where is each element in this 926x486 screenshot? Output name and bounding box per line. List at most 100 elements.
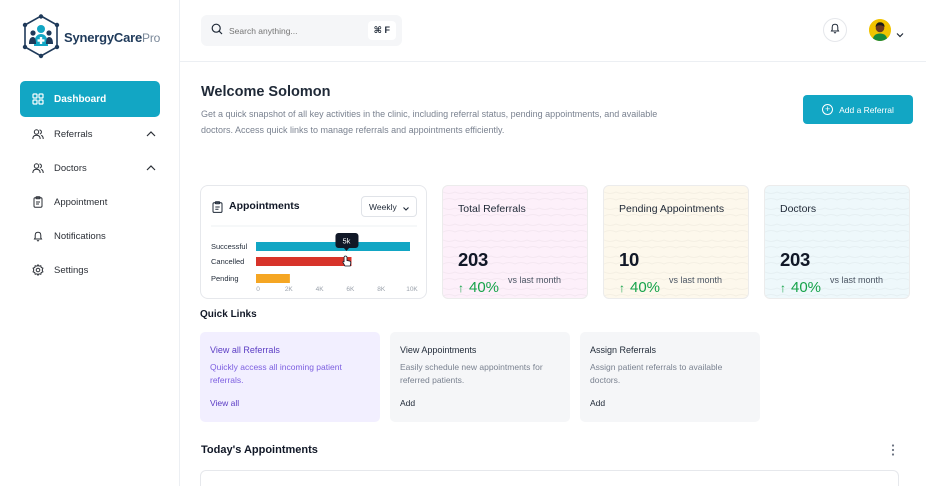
stat-label: Pending Appointments: [619, 203, 725, 215]
wave-line: [765, 231, 909, 233]
page-description: Get a quick snapshot of all key activiti…: [201, 109, 658, 135]
sidebar-item-label: Doctors: [54, 162, 87, 174]
brand-logo[interactable]: SynergyCarePro: [22, 14, 160, 60]
quick-link-view-appointments[interactable]: View Appointments Easily schedule new ap…: [390, 332, 570, 422]
appointments-bar-chart: Successful Cancelled Pending 0 2K 4K 6K 8K 10K 5k: [211, 225, 418, 293]
quick-link-action[interactable]: Add: [590, 398, 750, 408]
stat-trend: ↑ 40%: [780, 279, 821, 296]
top-bar: ⌘ F: [180, 0, 926, 62]
bar-pending: [256, 274, 290, 283]
wave-line: [604, 224, 748, 226]
more-options-icon[interactable]: [889, 443, 897, 457]
x-tick-label: 10K: [406, 286, 418, 293]
wave-line: [443, 199, 587, 201]
sidebar-item-label: Settings: [54, 264, 89, 276]
dashboard-app: SynergyCarePro Dashboard Referrals Docto…: [0, 0, 926, 486]
quick-link-description: Quickly access all incoming patient refe…: [210, 362, 342, 385]
sidebar-item-label: Referrals: [54, 128, 93, 140]
brand-name-suffix: Pro: [142, 30, 161, 45]
stat-trend: ↑ 40%: [619, 279, 660, 296]
gear-icon: [32, 264, 44, 276]
x-tick-label: 6K: [346, 286, 355, 293]
sidebar-item-label: Notifications: [54, 230, 106, 242]
wave-line: [604, 240, 748, 242]
add-referral-button[interactable]: + Add a Referral: [803, 95, 913, 124]
tooltip-label: 5k: [343, 237, 351, 246]
search-box[interactable]: ⌘ F: [201, 15, 402, 46]
quick-link-action[interactable]: Add: [400, 398, 560, 408]
stat-card-doctors: Doctors 203 ↑ 40% vs last month: [764, 185, 910, 299]
quick-link-description: Easily schedule new appointments for ref…: [400, 362, 543, 385]
chevron-up-icon[interactable]: [145, 162, 157, 174]
grid-icon: [32, 93, 44, 105]
avatar[interactable]: [869, 19, 891, 41]
notifications-button[interactable]: [823, 18, 847, 42]
wave-line: [604, 231, 748, 233]
stat-trend: ↑ 40%: [458, 279, 499, 296]
wave-line: [443, 272, 587, 274]
sidebar-nav: Dashboard Referrals Doctors Appointment …: [20, 81, 160, 287]
x-tick-label: 8K: [377, 286, 386, 293]
wave-line: [443, 240, 587, 242]
quick-link-title: View all Referrals: [210, 345, 280, 355]
stat-card-total-referrals: Total Referrals 203 ↑ 40% vs last month: [442, 185, 588, 299]
wave-line: [443, 192, 587, 194]
chevron-down-icon[interactable]: [895, 26, 905, 38]
wave-line: [765, 240, 909, 242]
bell-icon: [829, 21, 841, 39]
sidebar-item-label: Dashboard: [54, 93, 107, 105]
arrow-up-icon: ↑: [780, 281, 786, 295]
users-icon: [32, 162, 44, 174]
clipboard-icon: [32, 196, 44, 208]
stat-compare: vs last month: [508, 275, 562, 285]
quick-link-action[interactable]: View all: [210, 398, 370, 408]
x-tick-label: 0: [256, 286, 260, 293]
stat-label: Total Referrals: [458, 203, 526, 215]
todays-appointments-title: Today's Appointments: [201, 444, 318, 456]
add-referral-label: Add a Referral: [839, 104, 894, 115]
wave-line: [765, 224, 909, 226]
arrow-up-icon: ↑: [619, 281, 625, 295]
quick-link-description: Assign patient referrals to available do…: [590, 362, 723, 385]
sidebar: SynergyCarePro Dashboard Referrals Docto…: [0, 0, 180, 486]
quick-link-assign-referrals[interactable]: Assign Referrals Assign patient referral…: [580, 332, 760, 422]
quick-link-view-referrals[interactable]: View all Referrals Quickly access all in…: [200, 332, 380, 422]
category-label: Cancelled: [211, 257, 244, 266]
wave-line: [765, 199, 909, 201]
sidebar-item-referrals[interactable]: Referrals: [20, 117, 160, 151]
appointments-card: Appointments Weekly Successful Cancelled P…: [200, 185, 427, 299]
bar-cancelled: [256, 257, 352, 266]
medical-team-logo-icon: [22, 14, 60, 60]
brand-name: SynergyCarePro: [64, 30, 160, 45]
wave-line: [604, 247, 748, 249]
sidebar-item-label: Appointment: [54, 196, 108, 208]
stat-card-pending-appointments: Pending Appointments 10 ↑ 40% vs last mon…: [603, 185, 749, 299]
stat-change: 40%: [630, 279, 661, 296]
stat-value: 10: [619, 249, 639, 270]
stat-label: Doctors: [780, 203, 817, 215]
wave-line: [765, 192, 909, 194]
wave-line: [765, 247, 909, 249]
stat-compare: vs last month: [669, 275, 723, 285]
search-input[interactable]: [229, 25, 354, 36]
wave-line: [604, 199, 748, 201]
sidebar-item-dashboard[interactable]: Dashboard: [20, 81, 160, 117]
stat-change: 40%: [791, 279, 822, 296]
search-shortcut-badge: ⌘ F: [367, 21, 396, 40]
quick-link-title: Assign Referrals: [590, 345, 657, 355]
sidebar-item-appointment[interactable]: Appointment: [20, 185, 160, 219]
wave-line: [443, 231, 587, 233]
sidebar-item-notifications[interactable]: Notifications: [20, 219, 160, 253]
bell-icon: [32, 230, 44, 242]
search-icon: [211, 22, 223, 40]
chevron-up-icon[interactable]: [145, 128, 157, 140]
category-label: Successful: [211, 242, 248, 251]
category-label: Pending: [211, 274, 239, 283]
sidebar-item-doctors[interactable]: Doctors: [20, 151, 160, 185]
bar-successful: [256, 242, 410, 251]
x-tick-label: 2K: [285, 286, 294, 293]
users-icon: [32, 128, 44, 140]
todays-appointments-panel: [200, 470, 899, 486]
wave-line: [765, 272, 909, 274]
sidebar-item-settings[interactable]: Settings: [20, 253, 160, 287]
